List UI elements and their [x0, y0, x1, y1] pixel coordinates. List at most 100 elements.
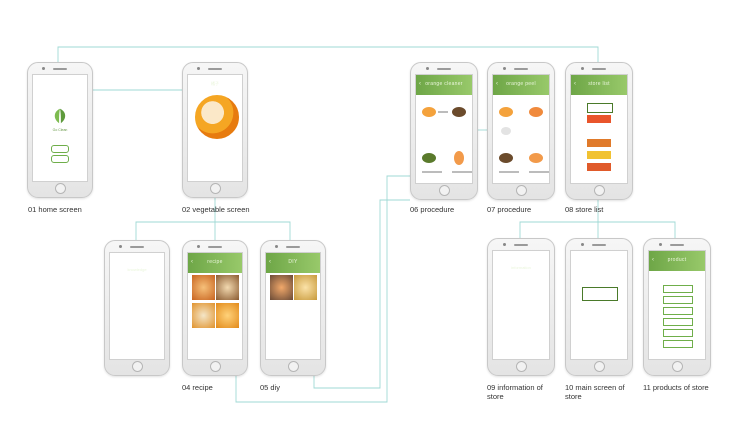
screen: 橘子	[187, 74, 243, 182]
screen-header: ‹ product	[649, 251, 705, 271]
connector-vegetable-children	[135, 196, 291, 240]
screen: ‹ product	[648, 250, 706, 360]
home-button-icon	[132, 361, 143, 372]
screen-header: ‹ orange peel	[493, 75, 549, 95]
home-button-icon	[594, 361, 605, 372]
step-icon	[454, 151, 464, 165]
screen: ‹ store list	[570, 74, 628, 184]
store-logo-6[interactable]	[587, 163, 611, 171]
screen-header: ‹ orange cleaner	[416, 75, 472, 95]
caption-08: 08 store list	[565, 205, 604, 214]
app-name: Go Clean	[52, 128, 68, 132]
recipe-photo[interactable]	[216, 303, 239, 328]
leaf-logo-icon	[54, 108, 66, 124]
step-text	[452, 171, 472, 173]
store-logo-4[interactable]	[587, 139, 611, 147]
step-icon	[501, 127, 511, 135]
screen-header: ‹ store list	[571, 75, 627, 95]
caption-04: 04 recipe	[182, 383, 213, 392]
back-icon[interactable]: ‹	[419, 75, 421, 93]
info-bar-1[interactable]	[196, 149, 234, 154]
speaker	[514, 68, 528, 70]
caption-06: 06 procedure	[410, 205, 455, 214]
phone-store-list: ‹ store list	[565, 62, 633, 200]
recipe-photo[interactable]	[192, 303, 215, 328]
product-button[interactable]	[663, 340, 693, 348]
camera	[197, 67, 200, 70]
screen: ‹ DIY	[265, 252, 321, 360]
product-button[interactable]	[663, 307, 693, 315]
home-button-1[interactable]	[51, 145, 69, 153]
step-icon	[529, 107, 543, 117]
title: 橘子	[211, 81, 219, 86]
recipe-photo[interactable]	[216, 275, 239, 300]
store-logo-1[interactable]	[587, 103, 613, 113]
phone-recipe: ‹ recipe	[182, 240, 248, 376]
phone-home-screen: Go Clean	[27, 62, 93, 198]
status-bar	[188, 75, 242, 80]
step-text	[438, 111, 448, 113]
back-icon[interactable]: ‹	[269, 253, 271, 271]
status-bar	[571, 251, 627, 256]
recipe-photo[interactable]	[192, 275, 215, 300]
step-icon	[422, 153, 436, 163]
camera	[42, 67, 45, 70]
speaker	[286, 246, 300, 248]
home-button-icon	[439, 185, 450, 196]
phone-products-of-store: ‹ product	[643, 238, 711, 376]
screen-header: ‹ recipe	[188, 253, 242, 273]
home-button-2[interactable]	[51, 155, 69, 163]
caption-02: 02 vegetable screen	[182, 205, 250, 214]
caption-10: 10 main screen of store	[565, 383, 625, 401]
screen	[570, 250, 628, 360]
product-button[interactable]	[663, 296, 693, 304]
speaker	[670, 244, 684, 246]
home-button-icon	[210, 361, 221, 372]
step-icon	[499, 153, 513, 163]
camera	[197, 245, 200, 248]
product-button[interactable]	[663, 285, 693, 293]
speaker	[53, 68, 67, 70]
back-icon[interactable]: ‹	[652, 251, 654, 269]
camera	[581, 243, 584, 246]
store-logo-5[interactable]	[587, 151, 611, 159]
speaker	[208, 68, 222, 70]
speaker	[592, 68, 606, 70]
store-logo-3[interactable]	[587, 127, 611, 135]
step-icon	[529, 153, 543, 163]
phone-diy: ‹ DIY	[260, 240, 326, 376]
camera	[659, 243, 662, 246]
store-logo-2[interactable]	[587, 115, 611, 123]
step-text	[422, 171, 442, 173]
back-icon[interactable]: ‹	[496, 75, 498, 93]
connector-home-storelist	[57, 46, 599, 62]
store-info-textbox	[502, 283, 540, 337]
status-bar	[493, 251, 549, 256]
connector-diy-stores	[313, 199, 410, 389]
info-bar-3[interactable]	[196, 165, 234, 170]
store-button-2[interactable]	[585, 319, 613, 325]
camera	[503, 243, 506, 246]
speaker	[514, 244, 528, 246]
screen-header: ‹ DIY	[266, 253, 320, 273]
info-bar-2[interactable]	[196, 157, 234, 162]
home-button-icon	[55, 183, 66, 194]
product-button[interactable]	[663, 329, 693, 337]
diy-photo[interactable]	[270, 275, 293, 300]
phone-vegetable-screen: 橘子	[182, 62, 248, 198]
camera	[275, 245, 278, 248]
step-icon	[422, 107, 436, 117]
back-icon[interactable]: ‹	[191, 253, 193, 271]
step-icon	[452, 107, 466, 117]
store-button-1[interactable]	[585, 309, 613, 315]
product-button[interactable]	[663, 318, 693, 326]
diy-photo[interactable]	[294, 275, 317, 300]
camera	[581, 67, 584, 70]
connector-storelist-children	[519, 198, 676, 238]
back-icon[interactable]: ‹	[574, 75, 576, 93]
screen-title: knowledge	[127, 267, 147, 272]
screen-title: information	[511, 265, 531, 270]
phone-procedure-2: ‹ orange peel	[487, 62, 555, 200]
camera	[426, 67, 429, 70]
orange-image	[193, 93, 241, 141]
